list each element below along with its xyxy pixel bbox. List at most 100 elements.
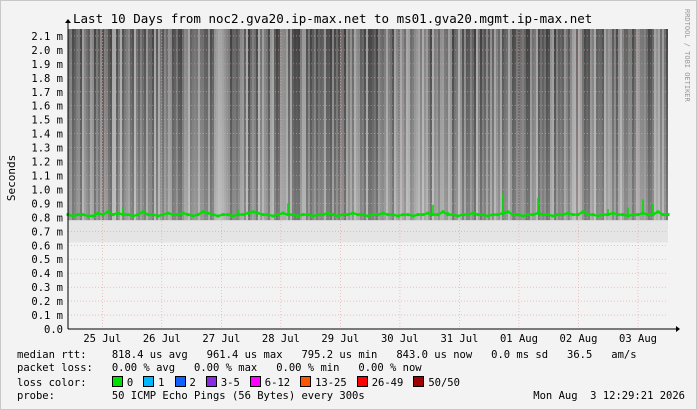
x-tick-label: 02 Aug — [560, 333, 598, 345]
median-rtt-point — [326, 211, 330, 215]
median-rtt-label: median rtt: — [17, 349, 87, 361]
loss-color-label: 26-49 — [371, 377, 404, 389]
median-rtt-point — [316, 213, 320, 217]
loss-color-swatch — [249, 376, 261, 387]
median-rtt-point — [241, 213, 245, 217]
median-rtt-point — [201, 210, 205, 214]
median-rtt-values: 818.4 us avg 961.4 us max 795.2 us min 8… — [111, 349, 637, 361]
median-rtt-point — [396, 214, 400, 218]
loss-color-legend: 0 1 2 3-5 6-12 13-25 26-49 50/50 — [111, 376, 470, 389]
loss-color-swatch — [205, 376, 217, 387]
median-rtt-point — [531, 213, 535, 217]
median-rtt-point — [616, 213, 620, 217]
median-rtt-point — [566, 211, 570, 215]
median-rtt-point — [376, 213, 380, 217]
median-rtt-point — [131, 214, 135, 218]
median-rtt-point — [581, 210, 585, 214]
median-rtt-point — [276, 213, 280, 217]
median-rtt-point — [81, 213, 85, 217]
loss-color-swatch — [300, 376, 312, 387]
y-tick-label: 0.7 m — [31, 226, 63, 238]
y-tick-label: 1.7 m — [31, 87, 63, 99]
median-rtt-point — [486, 214, 490, 218]
median-rtt-point — [361, 213, 365, 217]
median-rtt-point — [126, 213, 130, 217]
median-rtt-point — [506, 210, 510, 214]
median-rtt-point — [401, 213, 405, 217]
median-rtt-point — [381, 211, 385, 215]
median-rtt-point — [586, 213, 590, 217]
median-rtt-point — [106, 210, 110, 214]
loss-color-item: 2 — [174, 376, 196, 389]
median-rtt-point — [476, 213, 480, 217]
rrdtool-watermark: RRDTOOL / TOBI OETIKER — [683, 9, 691, 103]
median-rtt-point — [596, 214, 600, 218]
median-rtt-point — [516, 213, 520, 217]
y-tick-label: 0.2 m — [31, 296, 63, 308]
median-rtt-point — [451, 213, 455, 217]
median-rtt-point — [256, 211, 260, 215]
y-tick-label: 1.8 m — [31, 73, 63, 85]
median-rtt-point — [656, 210, 660, 214]
median-rtt-point — [261, 213, 265, 217]
median-rtt-point — [96, 211, 100, 215]
median-rtt-point — [571, 213, 575, 217]
median-rtt-point — [166, 211, 170, 215]
median-rtt-point — [221, 213, 225, 217]
median-rtt-point — [461, 213, 465, 217]
median-rtt-point — [591, 213, 595, 217]
median-rtt-point — [421, 213, 425, 217]
median-rtt-point — [481, 213, 485, 217]
median-rtt-point — [631, 213, 635, 217]
median-rtt-point — [161, 213, 165, 217]
x-tick-label: 30 Jul — [381, 333, 419, 345]
packet-loss-row: packet loss: 0.00 % avg 0.00 % max 0.00 … — [17, 362, 422, 374]
median-rtt-point — [141, 210, 145, 214]
median-rtt-point — [91, 214, 95, 218]
median-rtt-point — [556, 213, 560, 217]
median-rtt-point — [71, 214, 75, 218]
median-rtt-point — [526, 213, 530, 217]
y-tick-label: 1.9 m — [31, 59, 63, 71]
loss-color-swatch — [356, 376, 368, 387]
probe-row: probe: 50 ICMP Echo Pings (56 Bytes) eve… — [17, 390, 685, 402]
loss-color-label: 0 — [126, 377, 134, 389]
loss-color-label: 13-25 — [315, 377, 347, 389]
median-rtt-point — [601, 213, 605, 217]
y-tick-label: 0.0 — [44, 324, 63, 336]
median-rtt-point — [621, 213, 625, 217]
median-rtt-point — [86, 214, 90, 218]
y-tick-label: 0.1 m — [31, 310, 63, 322]
y-tick-label: 2.0 m — [31, 45, 63, 57]
smoke-overlay — [68, 29, 668, 221]
median-rtt-point — [366, 214, 370, 218]
loss-color-label: 2 — [189, 377, 196, 389]
median-rtt-point — [146, 213, 150, 217]
y-tick-label: 1.2 m — [31, 157, 63, 169]
y-tick-label: 1.3 m — [31, 143, 63, 155]
median-rtt-point — [441, 210, 445, 214]
median-rtt-point — [541, 213, 545, 217]
packet-loss-label: packet loss: — [17, 362, 93, 374]
median-rtt-point — [206, 211, 210, 215]
loss-color-label: 50/50 — [428, 377, 460, 389]
median-rtt-point — [301, 213, 305, 217]
median-rtt-point — [311, 214, 315, 218]
y-tick-label: 2.1 m — [31, 31, 63, 43]
median-rtt-point — [611, 211, 615, 215]
median-rtt-point — [196, 213, 200, 217]
x-tick-label: 03 Aug — [619, 333, 657, 345]
x-tick-label: 27 Jul — [202, 333, 240, 345]
median-rtt-point — [546, 213, 550, 217]
median-rtt-point — [176, 213, 180, 217]
median-rtt-point — [116, 211, 120, 215]
median-rtt-point — [251, 210, 255, 214]
x-tick-label: 01 Aug — [500, 333, 538, 345]
median-rtt-point — [561, 213, 565, 217]
median-rtt-point — [356, 213, 360, 217]
median-rtt-point — [336, 214, 340, 218]
loss-color-item: 0 — [111, 376, 134, 389]
median-rtt-point — [211, 213, 215, 217]
median-rtt-point — [666, 213, 670, 217]
loss-color-label: loss color: — [17, 377, 87, 389]
